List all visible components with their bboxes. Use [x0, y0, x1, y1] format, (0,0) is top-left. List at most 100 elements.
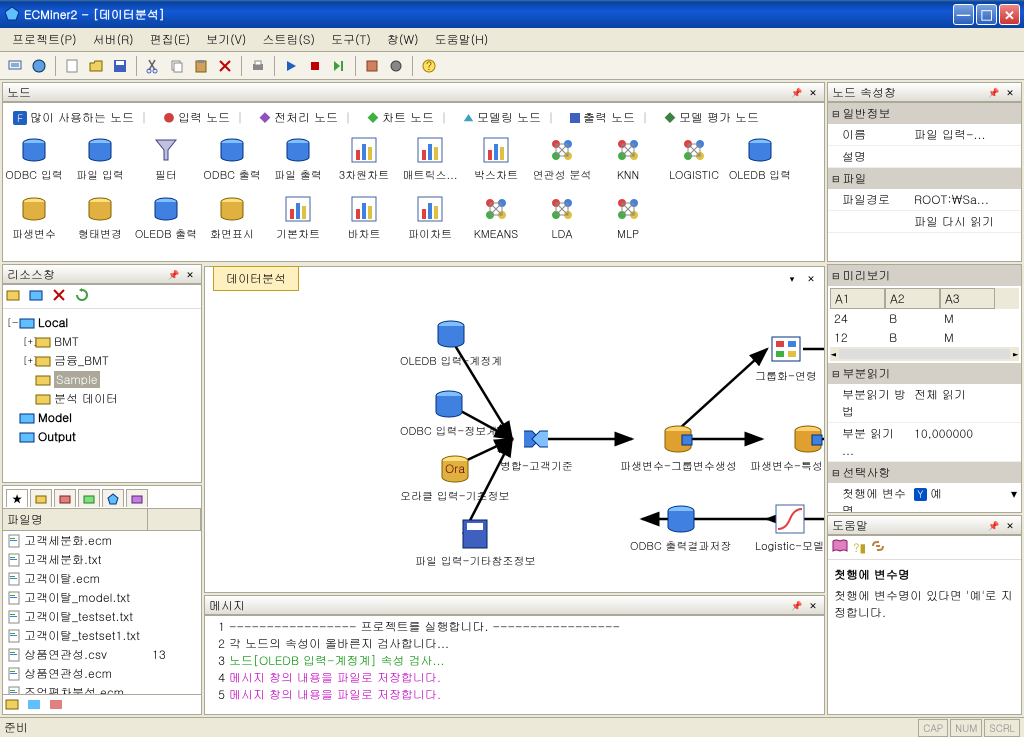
menu-item[interactable]: 도구(T) — [323, 28, 379, 51]
help-book-icon[interactable] — [831, 538, 849, 558]
close-panel-icon[interactable]: ✕ — [806, 85, 820, 99]
flow-node[interactable]: ODBC 입력-정보계 — [400, 386, 497, 439]
pin-icon[interactable]: 📌 — [790, 598, 804, 612]
file-row[interactable]: 상품연관성.ecm — [3, 664, 201, 683]
palette-node[interactable]: 파일 출력 — [271, 134, 325, 183]
new-icon[interactable] — [61, 55, 83, 77]
tree-item[interactable]: Output — [7, 427, 197, 446]
minimize-button[interactable]: ─ — [953, 4, 974, 25]
palette-tab[interactable]: ◆차트 노드 | — [361, 107, 453, 128]
menu-item[interactable]: 도움말(H) — [427, 28, 497, 51]
palette-node[interactable]: OLEDB 출력 — [139, 193, 193, 242]
tree-item[interactable]: [−]Local — [7, 313, 197, 332]
file-tab-1[interactable]: ★ — [6, 489, 28, 507]
palette-node[interactable]: 매트릭스... — [403, 134, 457, 183]
canvas-tab[interactable]: 데이터분석 — [213, 266, 299, 291]
flow-node[interactable]: Logistic-모델 — [755, 501, 824, 554]
file-btn-2[interactable] — [27, 697, 47, 717]
file-row[interactable]: 고객이탈_model.txt — [3, 588, 201, 607]
palette-node[interactable]: ODBC 출력 — [205, 134, 259, 183]
palette-node[interactable]: 파생변수 — [7, 193, 61, 242]
flow-node[interactable]: 그룹화-연령 — [755, 331, 817, 384]
flow-node[interactable]: 파생변수-특성변수생성 — [750, 421, 824, 474]
globe-icon[interactable] — [28, 55, 50, 77]
close-panel-icon[interactable]: ✕ — [1003, 518, 1017, 532]
palette-tab[interactable]: ◆전처리 노드 | — [253, 107, 357, 128]
close-panel-icon[interactable]: ✕ — [1003, 85, 1017, 99]
palette-node[interactable]: LOGISTIC — [667, 134, 721, 183]
file-tab-6[interactable] — [126, 489, 148, 507]
maximize-button[interactable]: □ — [976, 4, 997, 25]
help-icon[interactable]: ? — [418, 55, 440, 77]
file-row[interactable]: 고객이탈.ecm — [3, 569, 201, 588]
canvas-menu-icon[interactable]: ▾ — [785, 271, 799, 285]
tool2-icon[interactable] — [385, 55, 407, 77]
palette-node[interactable]: 파일 입력 — [73, 134, 127, 183]
palette-node[interactable]: 3차원차트 — [337, 134, 391, 183]
file-row[interactable]: 고객이탈_testset1.txt — [3, 626, 201, 645]
file-row[interactable]: 조업편차분석.ecm — [3, 683, 201, 694]
pin-icon[interactable]: 📌 — [790, 85, 804, 99]
pin-icon[interactable]: 📌 — [987, 85, 1001, 99]
file-row[interactable]: 고객세분화.ecm — [3, 531, 201, 550]
menu-item[interactable]: 보기(V) — [198, 28, 254, 51]
palette-tab[interactable]: 출력 노드 | — [564, 107, 654, 128]
palette-node[interactable]: 파이차트 — [403, 193, 457, 242]
file-tab-3[interactable] — [54, 489, 76, 507]
palette-node[interactable]: KMEANS — [469, 193, 523, 242]
palette-node[interactable]: 박스차트 — [469, 134, 523, 183]
flow-node[interactable]: OLEDB 입력-계정계 — [400, 316, 502, 369]
flow-node[interactable]: 파생변수-그룹변수생성 — [620, 421, 737, 474]
flow-node[interactable]: 파일 입력-기타참조정보 — [415, 516, 536, 569]
file-row[interactable]: 상품연관성.csv13 — [3, 645, 201, 664]
palette-tab[interactable]: ●입력 노드 | — [157, 107, 249, 128]
file-row[interactable]: 고객세분화.txt — [3, 550, 201, 569]
menu-item[interactable]: 프로젝트(P) — [4, 28, 85, 51]
res-btn-1[interactable] — [5, 287, 25, 307]
pin-icon[interactable]: 📌 — [167, 267, 181, 281]
palette-node[interactable]: OLEDB 입력 — [733, 134, 787, 183]
open-icon[interactable] — [85, 55, 107, 77]
menu-item[interactable]: 서버(R) — [85, 28, 142, 51]
file-btn-3[interactable] — [49, 697, 69, 717]
menu-item[interactable]: 편집(E) — [142, 28, 199, 51]
palette-node[interactable]: 형태변경 — [73, 193, 127, 242]
delete-icon[interactable] — [214, 55, 236, 77]
palette-node[interactable]: 필터 — [139, 134, 193, 183]
paste-icon[interactable] — [190, 55, 212, 77]
print-icon[interactable] — [247, 55, 269, 77]
flow-node[interactable]: ODBC 출력결과저장 — [630, 501, 731, 554]
close-panel-icon[interactable]: ✕ — [183, 267, 197, 281]
help-q-icon[interactable]: ?▮ — [853, 539, 866, 556]
file-btn-1[interactable] — [5, 697, 25, 717]
stop-icon[interactable] — [304, 55, 326, 77]
close-panel-icon[interactable]: ✕ — [806, 598, 820, 612]
palette-node[interactable]: 화면표시 — [205, 193, 259, 242]
save-icon[interactable] — [109, 55, 131, 77]
palette-node[interactable]: 기본차트 — [271, 193, 325, 242]
palette-node[interactable]: MLP — [601, 193, 655, 242]
palette-node[interactable]: LDA — [535, 193, 589, 242]
menu-item[interactable]: 스트림(S) — [254, 28, 323, 51]
tree-item[interactable]: [+]BMT — [7, 332, 197, 351]
file-column-size[interactable] — [148, 509, 201, 530]
palette-node[interactable]: KNN — [601, 134, 655, 183]
tool1-icon[interactable] — [361, 55, 383, 77]
res-btn-4[interactable] — [74, 287, 94, 307]
file-column-name[interactable]: 파일명 — [3, 509, 148, 530]
file-row[interactable]: 고객이탈_testset.txt — [3, 607, 201, 626]
monitor-icon[interactable] — [4, 55, 26, 77]
canvas-close-icon[interactable]: ✕ — [804, 271, 818, 285]
file-tab-4[interactable] — [78, 489, 100, 507]
palette-tab[interactable]: ◆모델 평가 노드 — [658, 107, 765, 128]
tree-item[interactable]: Model — [7, 408, 197, 427]
palette-node[interactable]: 연관성 분석 — [535, 134, 589, 183]
play-icon[interactable] — [280, 55, 302, 77]
palette-tab[interactable]: F많이 사용하는 노드 | — [7, 107, 153, 128]
flow-node[interactable]: Ora오라클 입력-기초정보 — [400, 451, 510, 504]
step-icon[interactable] — [328, 55, 350, 77]
palette-tab[interactable]: ▲모델링 노드 | — [457, 107, 560, 128]
close-button[interactable]: ✕ — [999, 4, 1020, 25]
help-link-icon[interactable] — [870, 539, 886, 557]
menu-item[interactable]: 창(W) — [379, 28, 427, 51]
